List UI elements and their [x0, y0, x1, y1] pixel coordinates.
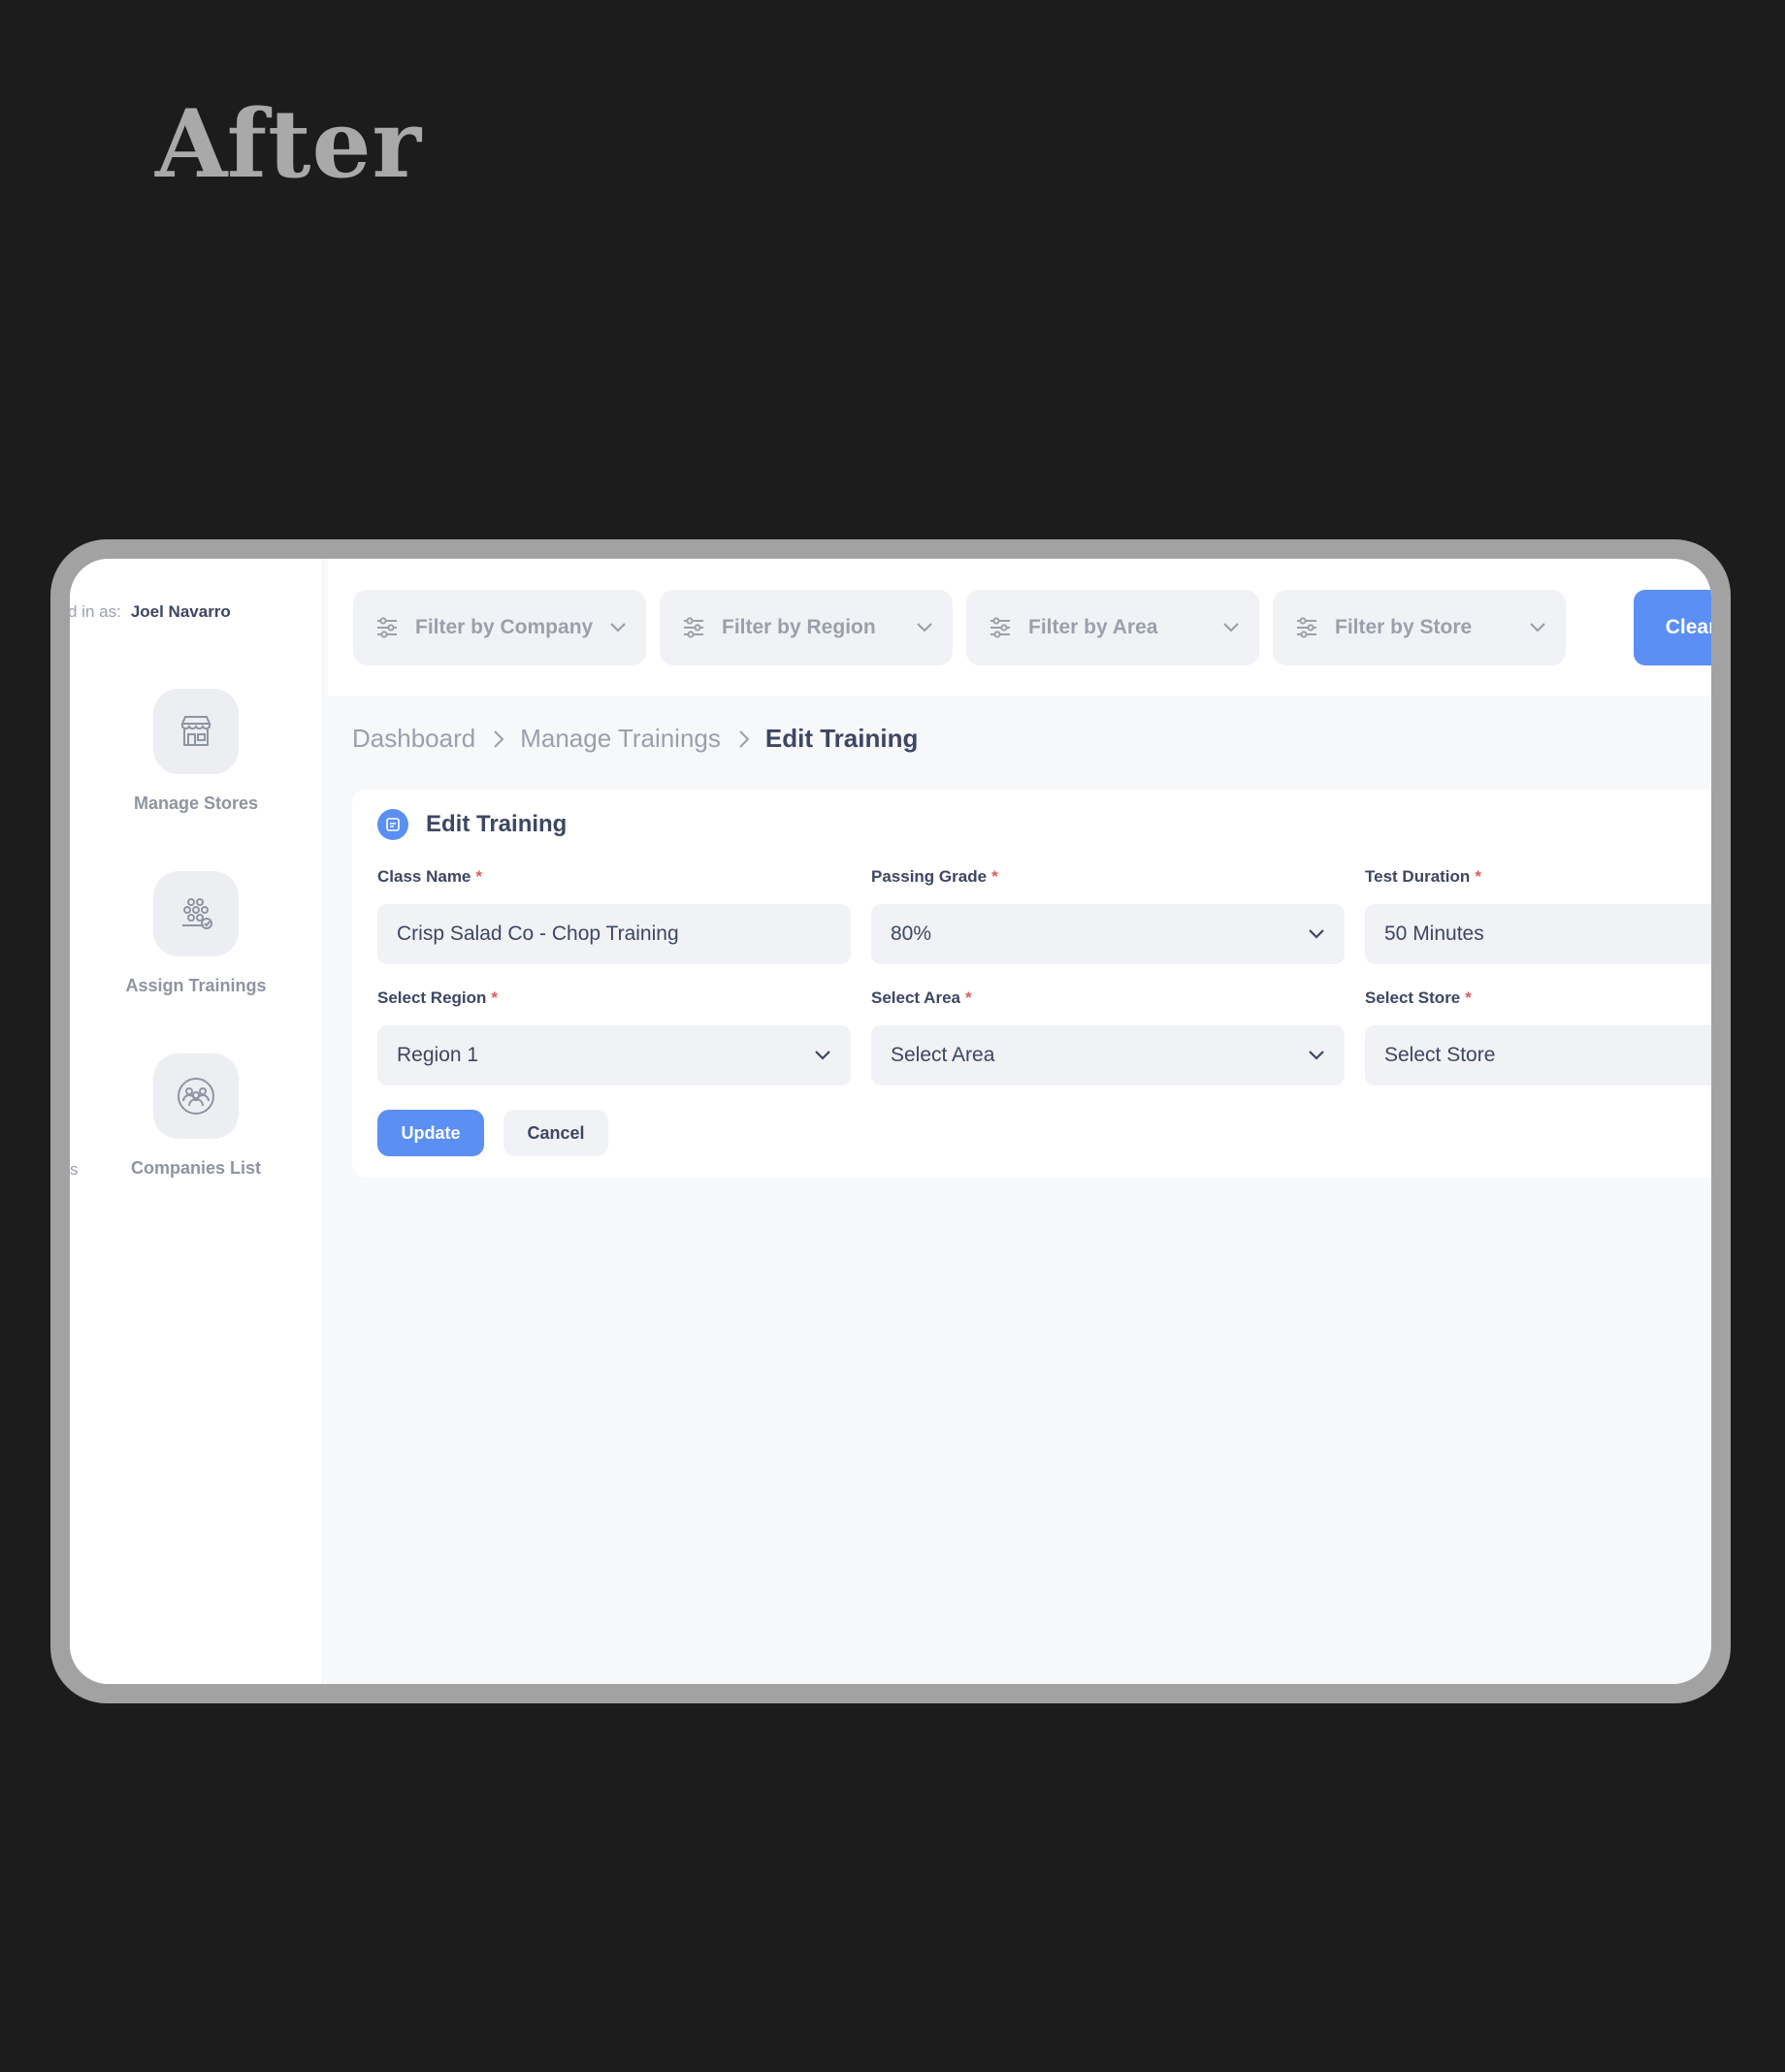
chevron-down-icon	[1309, 1051, 1324, 1060]
filter-bar: Filter by Company Filter by Region Filte…	[328, 559, 1711, 696]
field-label: Select Store *	[1365, 988, 1472, 1007]
filter-store-select[interactable]: Filter by Store	[1273, 590, 1566, 665]
region-field: Select Region * Region 1	[377, 988, 851, 1085]
cancel-button[interactable]: Cancel	[503, 1110, 608, 1156]
field-label: Select Region *	[377, 988, 499, 1007]
filter-region-select[interactable]: Filter by Region	[660, 590, 953, 665]
sliders-icon	[684, 617, 703, 638]
breadcrumb-manage-trainings[interactable]: Manage Trainings	[520, 724, 721, 754]
sidebar-item-label: Companies List	[130, 1158, 262, 1178]
sidebar-item-assign-trainings[interactable]: Assign Trainings	[70, 871, 322, 996]
sidebar-item-label: Assign Trainings	[125, 976, 267, 995]
store-icon	[153, 689, 239, 774]
breadcrumb-dashboard[interactable]: Dashboard	[352, 724, 475, 754]
field-label: Class Name *	[377, 867, 483, 886]
logged-in-info: d in as: Joel Navarro	[70, 602, 231, 622]
chevron-down-icon	[1223, 623, 1239, 632]
chevron-right-icon	[738, 729, 750, 749]
chevron-down-icon	[815, 1051, 830, 1060]
filter-label: Filter by Store	[1335, 616, 1473, 638]
class-name-input[interactable]: Crisp Salad Co - Chop Training	[377, 904, 851, 964]
device-frame: d in as: Joel Navarro Manage Stores Assi…	[50, 539, 1731, 1703]
edit-training-card: Edit Training Class Name * Crisp Salad Co…	[352, 790, 1711, 1178]
field-label: Passing Grade *	[871, 867, 998, 886]
field-label: Select Area *	[871, 988, 972, 1007]
filter-label: Filter by Region	[722, 616, 876, 638]
area-field: Select Area * Select Area	[871, 988, 1345, 1085]
chevron-down-icon	[1530, 623, 1545, 632]
page-heading: After	[155, 89, 423, 199]
sliders-icon	[1297, 617, 1316, 638]
sliders-icon	[377, 617, 397, 638]
store-field: Select Store * Select Store	[1365, 988, 1711, 1085]
filter-label: Filter by Company	[415, 616, 594, 638]
class-name-field: Class Name * Crisp Salad Co - Chop Traini…	[377, 867, 851, 964]
clear-button[interactable]: Clear	[1634, 590, 1711, 665]
sidebar-item-manage-stores[interactable]: Manage Stores	[70, 689, 322, 814]
chevron-down-icon	[610, 623, 626, 632]
group-check-icon	[153, 871, 239, 956]
user-name: Joel Navarro	[130, 602, 231, 621]
sidebar-item-companies-list[interactable]: Companies List	[70, 1053, 322, 1179]
card-title: Edit Training	[426, 811, 568, 837]
update-button[interactable]: Update	[377, 1110, 484, 1156]
filter-company-select[interactable]: Filter by Company	[353, 590, 646, 665]
store-select[interactable]: Select Store	[1365, 1025, 1711, 1085]
app-screen: d in as: Joel Navarro Manage Stores Assi…	[70, 559, 1711, 1684]
chevron-down-icon	[917, 623, 932, 632]
sidebar-cut-text: s	[70, 1160, 79, 1179]
chevron-down-icon	[1309, 929, 1324, 939]
passing-grade-field: Passing Grade * 80%	[871, 867, 1345, 964]
sliders-icon	[990, 617, 1010, 638]
chevron-right-icon	[493, 729, 504, 749]
passing-grade-select[interactable]: 80%	[871, 904, 1345, 964]
field-label: Test Duration *	[1365, 867, 1481, 886]
test-duration-field: Test Duration * 50 Minutes	[1365, 867, 1711, 964]
sidebar: d in as: Joel Navarro Manage Stores Assi…	[70, 559, 323, 1684]
sidebar-item-label: Manage Stores	[133, 793, 259, 813]
filter-label: Filter by Area	[1028, 616, 1158, 638]
card-header: Edit Training	[377, 809, 567, 840]
training-icon	[377, 809, 408, 840]
area-select[interactable]: Select Area	[871, 1025, 1345, 1085]
companies-icon	[153, 1053, 239, 1139]
breadcrumb: Dashboard Manage Trainings Edit Training	[352, 724, 918, 754]
breadcrumb-current: Edit Training	[764, 724, 919, 753]
filter-area-select[interactable]: Filter by Area	[966, 590, 1259, 665]
test-duration-input[interactable]: 50 Minutes	[1365, 904, 1711, 964]
logged-in-prefix: d in as:	[70, 602, 121, 621]
region-select[interactable]: Region 1	[377, 1025, 851, 1085]
